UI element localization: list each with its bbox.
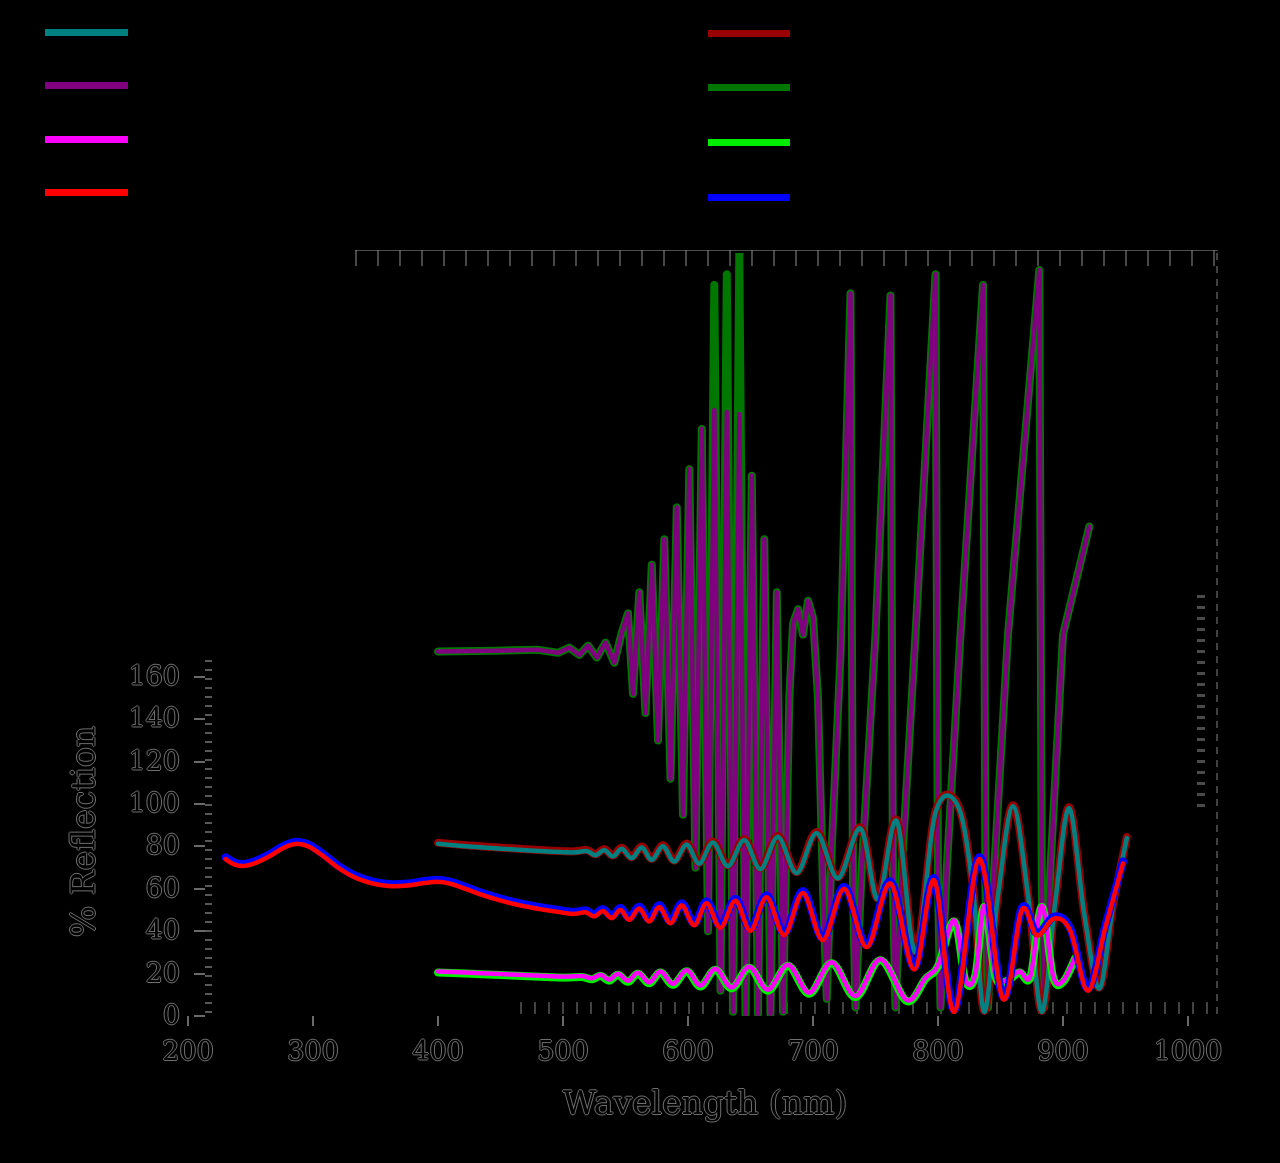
x-tick-label: 1000 — [1143, 1036, 1233, 1067]
y-tick-label: 60 — [90, 873, 180, 904]
x-tick-label: 700 — [768, 1036, 858, 1067]
x-tick-mark — [687, 1016, 689, 1026]
y-tick-label: 140 — [90, 703, 180, 734]
figure-canvas: 200 300 400 500 600 700 800 900 1000 0 20 40 60 80 100… — [0, 0, 1280, 1163]
x-tick-mark — [562, 1016, 564, 1026]
y-tick-mark — [194, 930, 205, 932]
x-tick-mark — [312, 1016, 314, 1026]
y-tick-mark — [194, 973, 205, 975]
x-tick-label: 500 — [518, 1036, 608, 1067]
y-tick-mark — [194, 803, 205, 805]
y-tick-mark — [194, 1015, 205, 1017]
y-tick-mark — [194, 718, 205, 720]
x-axis-title: Wavelength (nm) — [525, 1083, 885, 1122]
y-tick-label: 120 — [90, 746, 180, 777]
x-tick-mark — [437, 1016, 439, 1026]
x-tick-label: 800 — [893, 1036, 983, 1067]
y-tick-mark — [194, 676, 205, 678]
x-tick-label: 400 — [393, 1036, 483, 1067]
x-tick-mark — [937, 1016, 939, 1026]
x-tick-mark — [812, 1016, 814, 1026]
x-tick-label: 300 — [268, 1036, 358, 1067]
y-tick-label: 40 — [90, 915, 180, 946]
y-tick-label: 100 — [90, 788, 180, 819]
x-tick-label: 600 — [643, 1036, 733, 1067]
y-tick-label: 80 — [90, 830, 180, 861]
x-tick-mark — [1062, 1016, 1064, 1026]
spectra-plot — [0, 0, 1280, 1163]
x-tick-mark — [187, 1016, 189, 1026]
y-tick-label: 20 — [90, 958, 180, 989]
y-tick-label: 160 — [90, 661, 180, 692]
y-tick-mark — [194, 761, 205, 763]
x-tick-label: 900 — [1018, 1036, 1108, 1067]
y-axis-title: % Reflection — [64, 652, 103, 1012]
x-tick-label: 200 — [143, 1036, 233, 1067]
y-tick-label: 0 — [90, 1000, 180, 1031]
x-tick-mark — [1187, 1016, 1189, 1026]
y-tick-mark — [194, 888, 205, 890]
y-tick-mark — [194, 845, 205, 847]
